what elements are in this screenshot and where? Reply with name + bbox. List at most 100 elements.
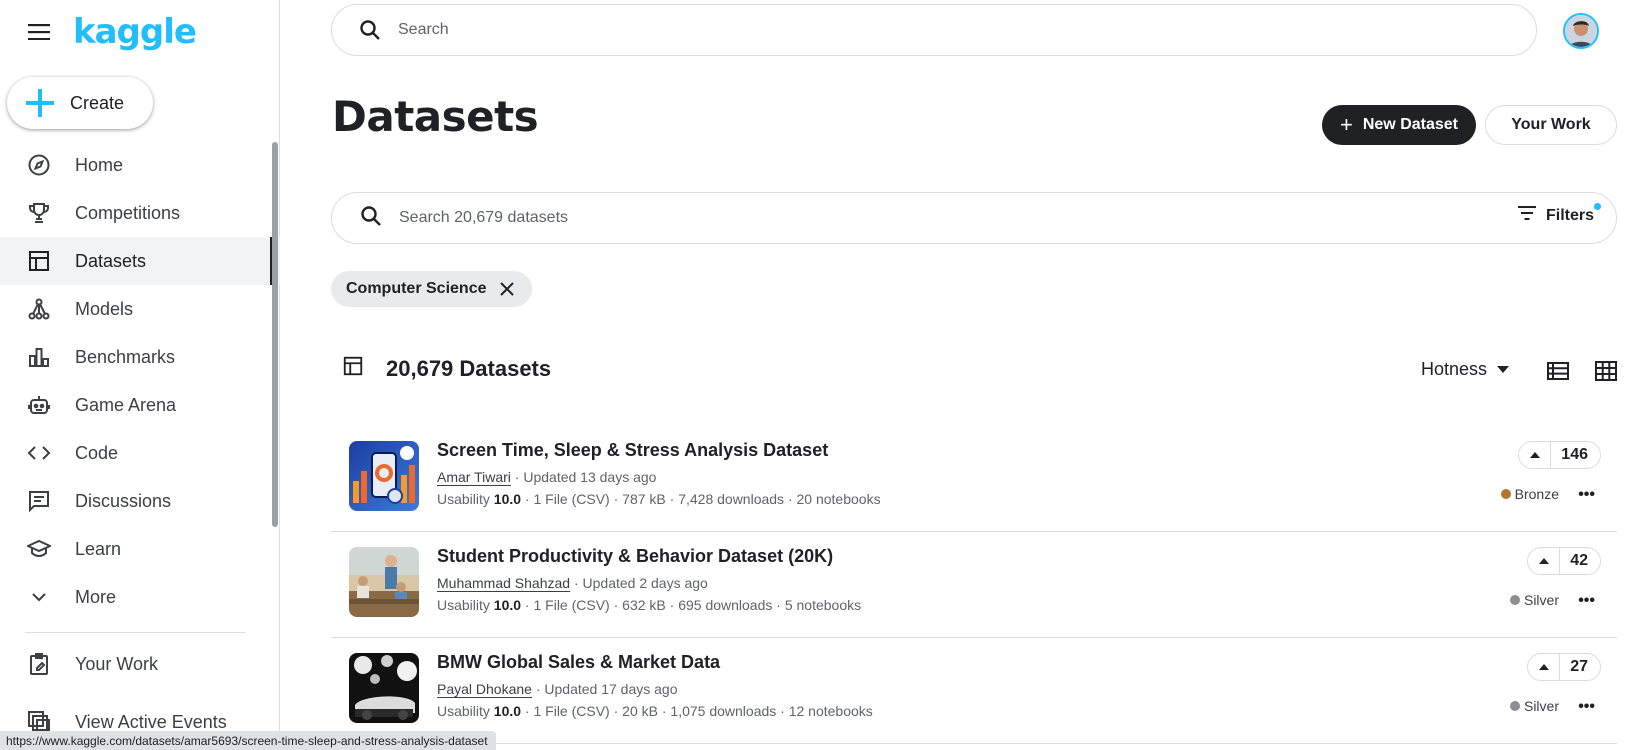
sidebar-divider <box>25 632 245 633</box>
upvote-icon[interactable] <box>1528 548 1561 574</box>
your-work-button[interactable]: Your Work <box>1485 105 1617 145</box>
sidebar-item-label: View Active Events <box>75 711 227 732</box>
results-header: 20,679 Datasets <box>342 355 551 382</box>
silver-medal-icon <box>1509 595 1520 605</box>
new-dataset-button[interactable]: + New Dataset <box>1322 105 1476 145</box>
sidebar-item-home[interactable]: Home <box>0 141 280 189</box>
sidebar-item-learn[interactable]: Learn <box>0 525 280 573</box>
medal-label: Silver <box>1523 592 1559 608</box>
upvote-control[interactable]: 146 <box>1518 441 1601 469</box>
more-options-icon[interactable]: ••• <box>1578 698 1595 716</box>
kaggle-logo[interactable]: kaggle <box>73 12 197 52</box>
sidebar-item-datasets[interactable]: Datasets <box>0 237 280 285</box>
models-icon <box>27 297 51 321</box>
sidebar-item-discussions[interactable]: Discussions <box>0 477 280 525</box>
list-view-icon[interactable] <box>1546 359 1570 383</box>
menu-icon[interactable] <box>25 18 53 46</box>
sidebar-nav: Home Competitions Datasets Models Benchm… <box>0 141 280 621</box>
usability-label: Usability <box>437 491 494 507</box>
discussion-icon <box>27 489 51 513</box>
sidebar-item-code[interactable]: Code <box>0 429 280 477</box>
filter-chip-label: Computer Science <box>346 280 487 297</box>
sidebar-item-benchmarks[interactable]: Benchmarks <box>0 333 280 381</box>
upvote-icon[interactable] <box>1528 654 1561 680</box>
results-count: 20,679 Datasets <box>386 355 552 381</box>
medal-label: Bronze <box>1514 486 1559 502</box>
dataset-author[interactable]: Amar Tiwari <box>437 469 511 485</box>
sidebar-item-label: Benchmarks <box>75 346 176 367</box>
sidebar-item-game-arena[interactable]: Game Arena <box>0 381 280 429</box>
dataset-author[interactable]: Muhammad Shahzad <box>437 575 570 591</box>
sidebar-item-label: Learn <box>75 538 122 559</box>
close-icon[interactable] <box>498 280 516 298</box>
sidebar-item-label: Home <box>75 154 124 175</box>
dataset-file-stats: · 1 File (CSV) · 632 kB · 695 downloads … <box>521 597 862 613</box>
dataset-updated: · Updated 17 days ago <box>531 681 678 697</box>
usability-score: 10.0 <box>493 597 522 613</box>
more-options-icon[interactable]: ••• <box>1578 592 1595 610</box>
sidebar-item-your-work[interactable]: Your Work <box>0 640 280 688</box>
sidebar-item-label: Your Work <box>75 653 159 674</box>
sidebar-item-label: Game Arena <box>75 394 177 415</box>
upvote-control[interactable]: 42 <box>1527 547 1601 575</box>
sidebar-item-more[interactable]: More <box>0 573 280 621</box>
compass-icon <box>27 153 51 177</box>
dataset-updated: · Updated 13 days ago <box>510 469 657 485</box>
bar-chart-icon <box>27 345 51 369</box>
dataset-title[interactable]: Screen Time, Sleep & Stress Analysis Dat… <box>437 440 828 461</box>
dataset-search-bar[interactable]: Filters <box>331 192 1617 244</box>
graduation-cap-icon <box>27 537 51 561</box>
create-label: Create <box>70 92 125 113</box>
dataset-stats: Usability 10.0 · 1 File (CSV) · 632 kB ·… <box>437 597 861 613</box>
logo-row: kaggle <box>25 12 197 52</box>
dataset-author[interactable]: Payal Dhokane <box>437 681 532 697</box>
plus-icon <box>25 88 55 118</box>
usability-score: 10.0 <box>493 491 522 507</box>
browser-status-url: https://www.kaggle.com/datasets/amar5693… <box>0 731 496 750</box>
bronze-medal-icon <box>1500 489 1511 499</box>
search-icon <box>358 18 382 42</box>
silver-medal-icon <box>1509 701 1520 711</box>
search-input[interactable] <box>398 21 1298 39</box>
new-dataset-label: New Dataset <box>1362 116 1458 133</box>
dataset-row[interactable]: BMW Global Sales & Market Data Payal Dho… <box>331 638 1617 744</box>
vote-count: 27 <box>1570 658 1588 675</box>
filters-button[interactable]: Filters <box>1517 203 1601 225</box>
table-icon <box>342 355 364 382</box>
dataset-meta: Muhammad Shahzad · Updated 2 days ago <box>437 575 708 591</box>
upvote-icon[interactable] <box>1519 442 1552 468</box>
sidebar: kaggle Create Home Competitions Datasets… <box>0 0 280 750</box>
dataset-row[interactable]: Student Productivity & Behavior Dataset … <box>331 532 1617 638</box>
sidebar-item-label: Discussions <box>75 490 172 511</box>
sidebar-item-label: Code <box>75 442 119 463</box>
sidebar-scrollbar[interactable] <box>272 142 278 527</box>
medal-label: Silver <box>1523 698 1559 714</box>
upvote-control[interactable]: 27 <box>1527 653 1601 681</box>
sidebar-item-competitions[interactable]: Competitions <box>0 189 280 237</box>
create-button[interactable]: Create <box>7 77 153 129</box>
clipboard-icon <box>27 652 51 676</box>
sidebar-item-models[interactable]: Models <box>0 285 280 333</box>
global-search-bar[interactable] <box>331 4 1537 56</box>
avatar[interactable] <box>1563 13 1599 49</box>
sidebar-item-label: Competitions <box>75 202 181 223</box>
usability-label: Usability <box>437 597 494 613</box>
grid-view-icon[interactable] <box>1594 359 1618 383</box>
dataset-row[interactable]: Screen Time, Sleep & Stress Analysis Dat… <box>331 426 1617 532</box>
filter-icon <box>1517 206 1536 225</box>
more-options-icon[interactable]: ••• <box>1578 486 1595 504</box>
dataset-title[interactable]: BMW Global Sales & Market Data <box>437 652 720 673</box>
dataset-meta: Amar Tiwari · Updated 13 days ago <box>437 469 656 485</box>
dataset-search-input[interactable] <box>399 209 1299 227</box>
sort-dropdown[interactable]: Hotness <box>1421 359 1510 380</box>
dataset-thumbnail <box>349 441 419 511</box>
sort-label: Hotness <box>1421 359 1488 379</box>
plus-icon: + <box>1339 112 1353 137</box>
dataset-file-stats: · 1 File (CSV) · 20 kB · 1,075 downloads… <box>521 703 873 719</box>
robot-icon <box>27 393 51 417</box>
table-icon <box>27 249 51 273</box>
dataset-thumbnail <box>349 547 419 617</box>
dataset-title[interactable]: Student Productivity & Behavior Dataset … <box>437 546 833 567</box>
medal-badge: Silver <box>1509 592 1559 608</box>
filter-chip[interactable]: Computer Science <box>331 271 533 307</box>
